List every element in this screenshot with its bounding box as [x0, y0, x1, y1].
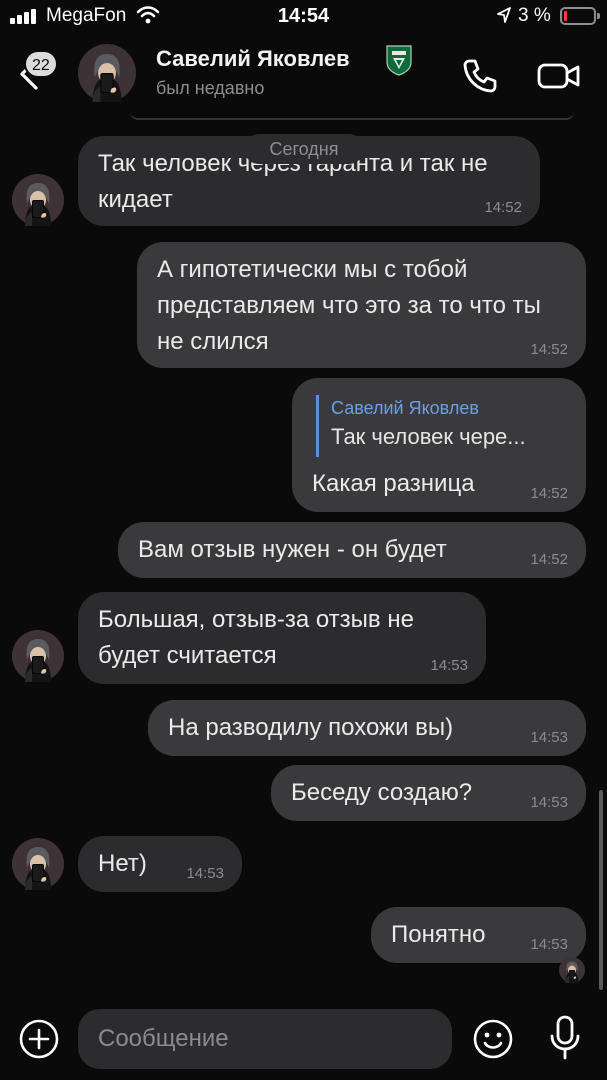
unread-count-badge: 22 [24, 50, 58, 78]
message-bubble-outgoing[interactable]: Вам отзыв нужен - он будет 14:52 [118, 522, 586, 578]
message-text: Беседу создаю? [291, 779, 473, 806]
scrollbar[interactable] [599, 790, 603, 990]
phone-icon[interactable] [460, 56, 500, 96]
plus-icon[interactable] [18, 1018, 60, 1060]
battery-icon [560, 7, 600, 25]
message-time: 14:53 [186, 865, 224, 882]
back-button[interactable]: 22 [18, 50, 74, 98]
message-bubble-outgoing[interactable]: А гипотетически мы с тобой представляем … [137, 242, 586, 368]
message-time: 14:52 [484, 199, 522, 216]
message-time: 14:53 [430, 657, 468, 674]
location-arrow-icon [497, 7, 511, 23]
message-text: На разводилу похожи вы) [168, 714, 454, 741]
contact-name[interactable]: Савелий Яковлев [156, 46, 350, 72]
date-separator: Сегодня [244, 134, 364, 164]
message-time: 14:53 [530, 729, 568, 746]
status-time: 14:54 [277, 5, 330, 27]
contact-avatar[interactable] [78, 44, 136, 102]
message-time: 14:52 [530, 485, 568, 502]
message-input[interactable] [78, 1009, 452, 1069]
message-text: А гипотетически мы с тобой представляем … [157, 256, 548, 355]
message-text: Нет) [98, 850, 147, 877]
message-text: Понятно [391, 921, 486, 948]
club-badge-icon [386, 45, 412, 76]
message-time: 14:53 [530, 936, 568, 953]
message-bubble-incoming[interactable]: Нет) 14:53 [78, 836, 242, 892]
read-receipt-avatar [559, 957, 585, 983]
message-bubble-outgoing[interactable]: Понятно 14:53 [371, 907, 586, 963]
vk-chat-screen: MegaFon 14:54 3 % 22 Савелий Яковлев был… [0, 0, 607, 1080]
reply-author: Савелий Яковлев [331, 398, 479, 418]
message-time: 14:52 [530, 551, 568, 568]
message-bubble-outgoing[interactable]: На разводилу похожи вы) 14:53 [148, 700, 586, 756]
status-bar: MegaFon 14:54 3 % [0, 0, 607, 36]
emoji-icon[interactable] [472, 1018, 514, 1060]
reply-quote[interactable]: Савелий Яковлев Так человек чере... [316, 395, 570, 457]
contact-avatar[interactable] [12, 838, 64, 890]
chat-header: 22 Савелий Яковлев был недавно [0, 36, 607, 110]
message-composer [0, 998, 607, 1080]
reply-snippet: Так человек чере... [331, 424, 526, 449]
battery-percent: 3 % [518, 5, 551, 26]
video-camera-icon[interactable] [536, 56, 582, 96]
previous-message-edge [130, 112, 574, 120]
contact-last-seen: был недавно [156, 78, 265, 98]
message-bubble-outgoing[interactable]: Беседу создаю? 14:53 [271, 765, 586, 821]
microphone-icon[interactable] [548, 1014, 582, 1062]
message-text: Какая разница [312, 470, 475, 497]
message-time: 14:52 [530, 341, 568, 358]
message-text: Большая, отзыв-за отзыв не будет считает… [98, 606, 421, 669]
message-bubble-incoming[interactable]: Большая, отзыв-за отзыв не будет считает… [78, 592, 486, 684]
contact-avatar[interactable] [12, 630, 64, 682]
message-text: Вам отзыв нужен - он будет [138, 536, 447, 563]
message-time: 14:53 [530, 794, 568, 811]
contact-avatar[interactable] [12, 174, 64, 226]
battery-level [564, 11, 567, 21]
